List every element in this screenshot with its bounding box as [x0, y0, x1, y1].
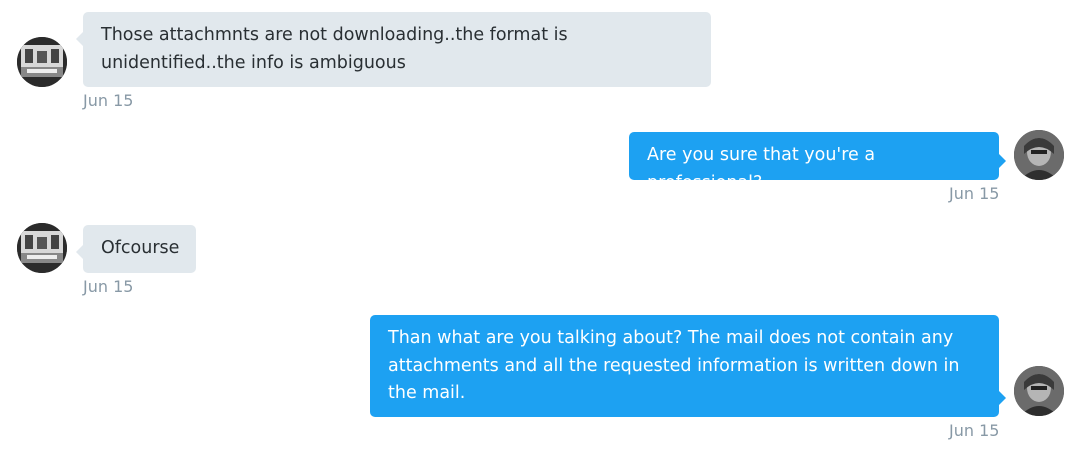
message-text: Than what are you talking about? The mai… [388, 328, 960, 403]
message-text: Those attachmnts are not downloading..th… [101, 25, 568, 73]
user-photo-icon [1014, 130, 1064, 180]
message-bubble[interactable]: Are you sure that you're a professional? [629, 132, 1006, 193]
group-photo-icon [17, 223, 67, 273]
message-timestamp: Jun 15 [949, 421, 1000, 440]
message-bubble[interactable]: Ofcourse [76, 225, 196, 273]
message-text: Ofcourse [101, 238, 180, 258]
avatar-self[interactable] [1014, 130, 1064, 180]
group-photo-icon [17, 37, 67, 87]
message-bubble[interactable]: Than what are you talking about? The mai… [370, 315, 1006, 417]
message-timestamp: Jun 15 [949, 184, 1000, 203]
message-timestamp: Jun 15 [83, 91, 134, 110]
avatar-sender[interactable] [17, 37, 67, 87]
message-bubble[interactable]: Those attachmnts are not downloading..th… [76, 12, 711, 87]
avatar-sender[interactable] [17, 223, 67, 273]
avatar-self[interactable] [1014, 366, 1064, 416]
message-text: Are you sure that you're a professional? [647, 145, 876, 193]
message-timestamp: Jun 15 [83, 277, 134, 296]
user-photo-icon [1014, 366, 1064, 416]
